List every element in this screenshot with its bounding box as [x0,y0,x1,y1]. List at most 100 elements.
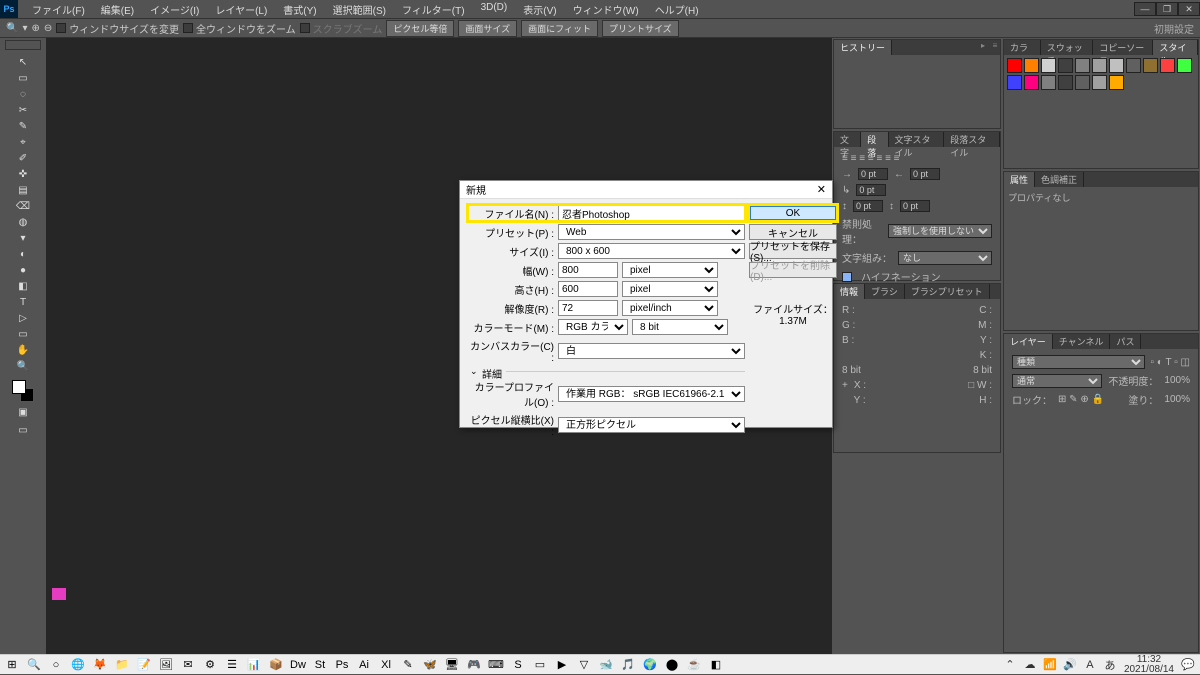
taskbar-app-2[interactable]: ○ [48,657,64,673]
indent-first[interactable] [856,184,886,196]
taskbar-app-21[interactable]: 🎮 [466,657,482,673]
tool-17[interactable]: ▭ [15,326,31,342]
menu-layer[interactable]: レイヤー(L) [207,0,275,19]
profile-select[interactable]: 作業用 RGB： sRGB IEC61966-2.1 [558,386,745,402]
aspect-select[interactable]: 正方形ピクセル [558,417,745,433]
tray-icon-2[interactable]: 📶 [1042,657,1058,673]
tool-14[interactable]: ◧ [15,278,31,294]
taskbar-app-22[interactable]: ⌨ [488,657,504,673]
blend-mode[interactable]: 通常 [1012,374,1102,388]
swatch[interactable] [1024,75,1039,90]
char-tab[interactable]: 文字 [834,132,861,147]
opt-print[interactable]: プリントサイズ [602,20,679,37]
notifications-icon[interactable]: 💬 [1180,657,1196,673]
tool-18[interactable]: ✋ [15,342,31,358]
taskbar-app-31[interactable]: ☕ [686,657,702,673]
taskbar-app-25[interactable]: ▶ [554,657,570,673]
menu-edit[interactable]: 編集(E) [93,0,142,19]
taskbar-app-10[interactable]: ☰ [224,657,240,673]
opt-fit[interactable]: 画面サイズ [458,20,517,37]
taskbar-app-13[interactable]: Dw [290,657,306,673]
tool-6[interactable]: ✐ [15,150,31,166]
menu-help[interactable]: ヘルプ(H) [647,0,707,19]
size-select[interactable]: 800 x 600 [558,243,745,259]
swatch[interactable] [1092,58,1107,73]
filename-input[interactable] [558,205,745,221]
tool-15[interactable]: T [15,294,31,310]
info-tab[interactable]: 情報 [834,284,865,299]
taskbar-app-26[interactable]: ▽ [576,657,592,673]
taskbar-app-15[interactable]: Ps [334,657,350,673]
swatch[interactable] [1126,58,1141,73]
ok-button[interactable]: OK [749,205,837,221]
preset-select[interactable]: Web [558,224,745,240]
tool-4[interactable]: ✎ [15,118,31,134]
taskbar-app-16[interactable]: Ai [356,657,372,673]
taskbar-app-14[interactable]: St [312,657,328,673]
zoom-in-icon[interactable]: ⊕ [31,23,39,34]
taskbar-app-19[interactable]: 🦋 [422,657,438,673]
maximize-button[interactable]: ❐ [1156,2,1178,16]
zoom-icon[interactable]: 🔍 [6,23,18,34]
menu-image[interactable]: イメージ(I) [142,0,207,19]
swatch[interactable] [1041,58,1056,73]
swatch-tab[interactable]: スウォッチ [1041,40,1094,55]
tray-icon-4[interactable]: A [1082,657,1098,673]
taskbar-app-17[interactable]: Xl [378,657,394,673]
brushpreset-tab[interactable]: ブラシプリセット [905,284,990,299]
opt-fill[interactable]: 画面にフィット [521,20,598,37]
tray-icon-5[interactable]: あ [1102,657,1118,673]
menu-filter[interactable]: フィルター(T) [394,0,473,19]
adjust-tab[interactable]: 色調補正 [1035,172,1084,187]
tool-5[interactable]: ⌖ [15,134,31,150]
swatch[interactable] [1075,58,1090,73]
menu-view[interactable]: 表示(V) [515,0,564,19]
tool-8[interactable]: ▤ [15,182,31,198]
indent-left[interactable] [858,168,888,180]
bitdepth-select[interactable]: 8 bit [632,319,728,335]
taskbar-app-3[interactable]: 🌐 [70,657,86,673]
zoom-out-icon[interactable]: ⊖ [44,23,52,34]
taskbar-app-7[interactable]: 🖼 [158,657,174,673]
taskbar-app-29[interactable]: 🌍 [642,657,658,673]
parastyle-tab[interactable]: 段落スタイル [944,132,1000,147]
kinsoku-select[interactable]: 強制しを使用しない [888,224,992,238]
taskbar-app-6[interactable]: 📝 [136,657,152,673]
tool-2[interactable]: ◌ [15,86,31,102]
hyphen-check[interactable]: ハイフネーション [861,269,941,284]
detail-toggle[interactable]: 詳細 [478,366,506,381]
taskbar-app-18[interactable]: ✎ [400,657,416,673]
charstyle-tab[interactable]: 文字スタイル [889,132,945,147]
tool-3[interactable]: ✂ [15,102,31,118]
width-unit-select[interactable]: pixel [622,262,718,278]
channel-tab[interactable]: チャンネル [1053,334,1111,349]
color-tab[interactable]: カラー [1004,40,1041,55]
mojikumi-select[interactable]: なし [898,251,992,265]
taskbar-app-12[interactable]: 📦 [268,657,284,673]
swatch[interactable] [1007,58,1022,73]
swatch[interactable] [1075,75,1090,90]
foreground-background-colors[interactable] [12,380,34,402]
tools-handle[interactable] [5,40,41,50]
resolution-unit-select[interactable]: pixel/inch [622,300,718,316]
swatch[interactable] [1109,58,1124,73]
canvascolor-select[interactable]: 白 [558,343,745,359]
space-before[interactable] [853,200,883,212]
layer-filter[interactable]: 種類 [1012,355,1145,369]
taskbar-app-5[interactable]: 📁 [114,657,130,673]
props-tab[interactable]: 属性 [1004,172,1035,187]
style-tab[interactable]: スタイル [1153,40,1198,55]
taskbar-app-4[interactable]: 🦊 [92,657,108,673]
clone-tab[interactable]: コピーソース [1093,40,1153,55]
taskbar-app-30[interactable]: ⬤ [664,657,680,673]
taskbar-app-9[interactable]: ⚙ [202,657,218,673]
colormode-select[interactable]: RGB カラー [558,319,628,335]
swatch[interactable] [1177,58,1192,73]
taskbar-app-20[interactable]: 🖥 [444,657,460,673]
space-after[interactable] [900,200,930,212]
brush-tab[interactable]: ブラシ [865,284,905,299]
swatch[interactable] [1058,75,1073,90]
swatch[interactable] [1160,58,1175,73]
taskbar-app-27[interactable]: 🐋 [598,657,614,673]
tool-9[interactable]: ⌫ [15,198,31,214]
